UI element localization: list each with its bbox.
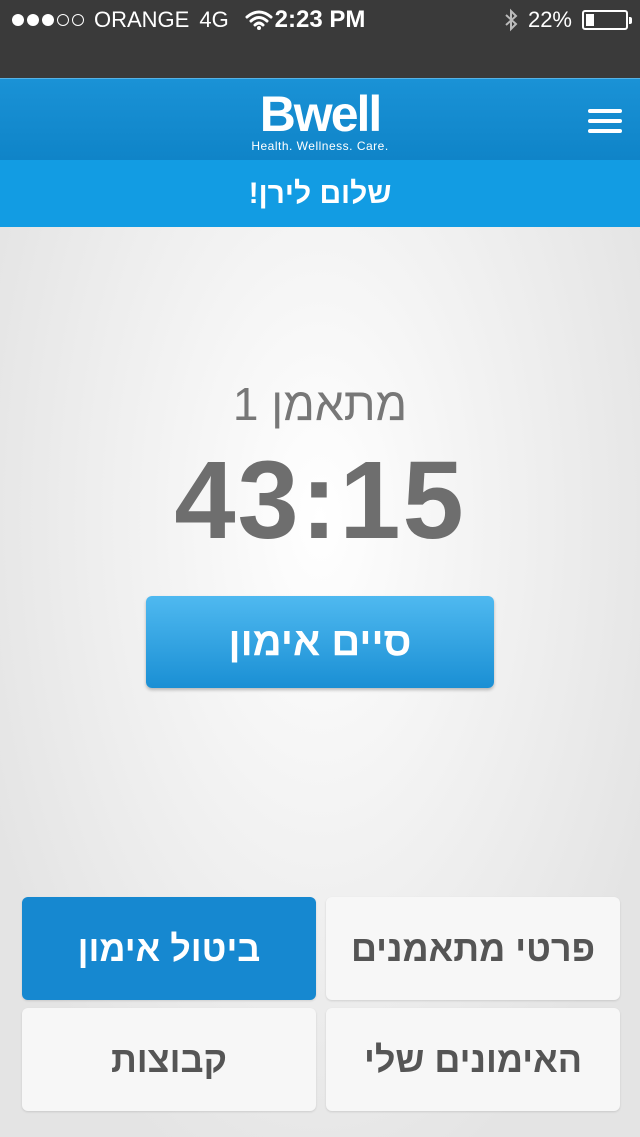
workout-panel: מתאמן 1 43:15 סיים אימון: [0, 227, 640, 1137]
bluetooth-icon: [505, 8, 518, 32]
cancel-workout-button[interactable]: ביטול אימון: [22, 897, 316, 1000]
logo-wordmark: Bwell: [259, 86, 383, 142]
greeting-bar: שלום לירן!: [0, 160, 640, 227]
trainee-label: מתאמן 1: [232, 378, 408, 430]
signal-strength-icon: [12, 14, 84, 26]
battery-icon: [582, 10, 632, 30]
app-header: Bwell Health. Wellness. Care.: [0, 78, 640, 160]
battery-level: [586, 14, 595, 26]
hamburger-menu-icon[interactable]: [588, 109, 622, 133]
status-bar: ORANGE 4G 2:23 PM 22%: [0, 0, 640, 78]
carrier-name: ORANGE: [94, 7, 190, 32]
wifi-icon: [245, 10, 273, 30]
logo-tagline: Health. Wellness. Care.: [251, 139, 389, 153]
trainee-details-button[interactable]: פרטי מתאמנים: [326, 897, 620, 1000]
workout-timer: 43:15: [174, 439, 466, 562]
status-left: ORANGE 4G: [12, 7, 273, 33]
my-workouts-button[interactable]: האימונים שלי: [326, 1008, 620, 1111]
status-right: 22%: [504, 7, 632, 33]
end-workout-button[interactable]: סיים אימון: [146, 596, 494, 688]
network-type: 4G: [199, 7, 229, 32]
groups-button[interactable]: קבוצות: [22, 1008, 316, 1111]
bwell-logo: Bwell Health. Wellness. Care.: [0, 89, 640, 153]
battery-percent: 22%: [527, 7, 572, 32]
